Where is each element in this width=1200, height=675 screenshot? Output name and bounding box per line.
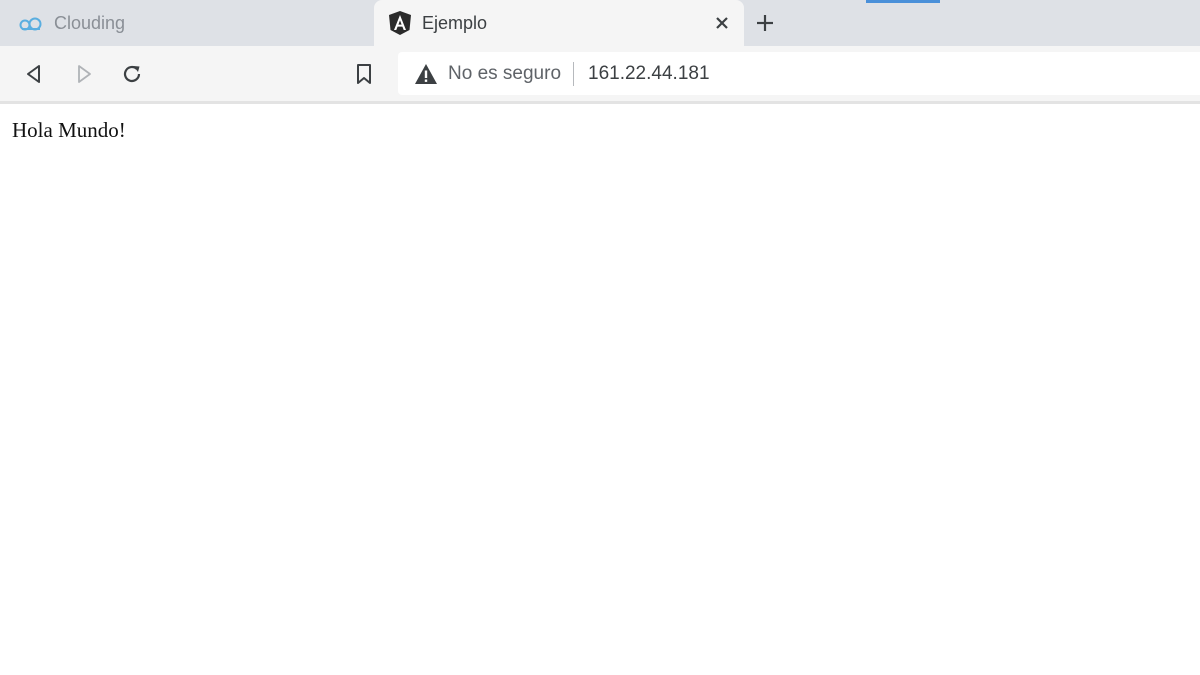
reload-icon bbox=[123, 65, 141, 83]
plus-icon bbox=[757, 15, 773, 31]
tab-title: Ejemplo bbox=[422, 12, 488, 33]
cloud-icon bbox=[18, 15, 44, 31]
tab-clouding[interactable]: Clouding bbox=[0, 0, 374, 46]
browser-window: Clouding Ejemplo No es seguro 161.22.44.… bbox=[0, 0, 1200, 675]
page-text: Hola Mundo! bbox=[12, 118, 126, 142]
close-icon bbox=[716, 17, 728, 29]
forward-button[interactable] bbox=[70, 60, 98, 88]
new-tab-button[interactable] bbox=[752, 10, 778, 36]
url-text[interactable]: 161.22.44.181 bbox=[588, 63, 710, 85]
bookmark-icon bbox=[357, 64, 371, 84]
security-status[interactable]: No es seguro bbox=[448, 63, 561, 85]
bookmark-button[interactable] bbox=[350, 60, 378, 88]
tab-strip: Clouding Ejemplo bbox=[0, 0, 1200, 46]
page-content: Hola Mundo! bbox=[0, 104, 1200, 675]
tab-strip-accent bbox=[866, 0, 940, 3]
reload-button[interactable] bbox=[118, 60, 146, 88]
back-arrow-icon bbox=[27, 65, 40, 83]
address-bar[interactable]: No es seguro 161.22.44.181 bbox=[398, 52, 1200, 95]
warning-icon bbox=[415, 63, 437, 84]
forward-arrow-icon bbox=[78, 65, 91, 83]
tab-title: Clouding bbox=[54, 12, 126, 33]
address-separator bbox=[573, 61, 575, 86]
close-tab-button[interactable] bbox=[710, 11, 734, 35]
angular-icon bbox=[388, 10, 412, 36]
tab-ejemplo[interactable]: Ejemplo bbox=[374, 0, 744, 46]
browser-toolbar: No es seguro 161.22.44.181 bbox=[0, 46, 1200, 101]
back-button[interactable] bbox=[20, 60, 48, 88]
